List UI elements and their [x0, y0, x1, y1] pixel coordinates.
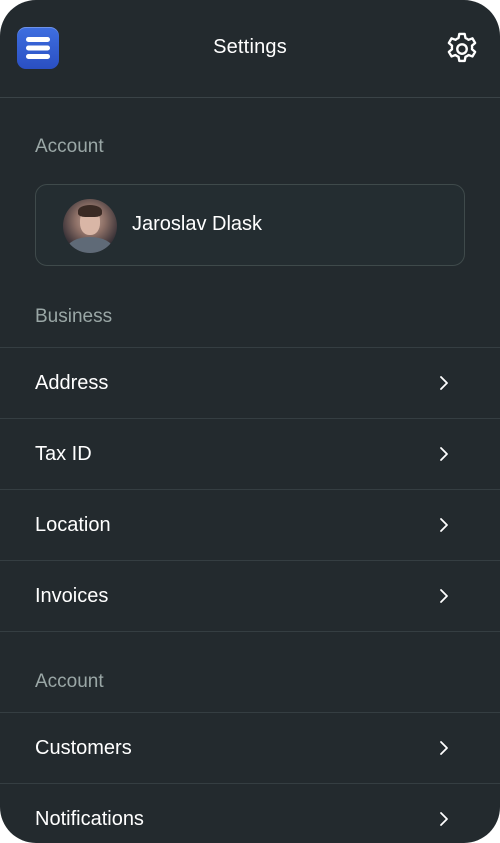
section-divider — [0, 631, 500, 632]
chevron-right-icon — [440, 518, 448, 532]
row-label: Invoices — [35, 585, 109, 607]
section-label-business: Business — [35, 306, 113, 327]
page-title: Settings — [213, 36, 287, 58]
section-label-account: Account — [35, 136, 104, 157]
account-card[interactable]: Jaroslav Dlask — [35, 184, 465, 266]
avatar — [63, 199, 117, 253]
settings-row-customers[interactable]: Customers — [0, 712, 500, 783]
settings-button[interactable] — [443, 30, 481, 68]
settings-row-location[interactable]: Location — [0, 489, 500, 560]
settings-row-address[interactable]: Address — [0, 347, 500, 418]
settings-screen: Settings Account Jaroslav Dlask Business… — [0, 0, 500, 843]
section-label-account-2: Account — [35, 671, 104, 692]
settings-row-notifications[interactable]: Notifications — [0, 783, 500, 843]
chevron-right-icon — [440, 741, 448, 755]
row-label: Tax ID — [35, 443, 92, 465]
row-label: Address — [35, 372, 109, 394]
chevron-right-icon — [440, 589, 448, 603]
chevron-right-icon — [440, 447, 448, 461]
chevron-right-icon — [440, 812, 448, 826]
row-label: Customers — [35, 737, 132, 759]
settings-row-tax-id[interactable]: Tax ID — [0, 418, 500, 489]
row-label: Notifications — [35, 808, 144, 830]
account-name: Jaroslav Dlask — [132, 213, 263, 235]
header-bar: Settings — [0, 0, 500, 98]
chevron-right-icon — [440, 376, 448, 390]
row-label: Location — [35, 514, 111, 536]
gear-icon — [447, 32, 477, 63]
settings-row-invoices[interactable]: Invoices — [0, 560, 500, 631]
